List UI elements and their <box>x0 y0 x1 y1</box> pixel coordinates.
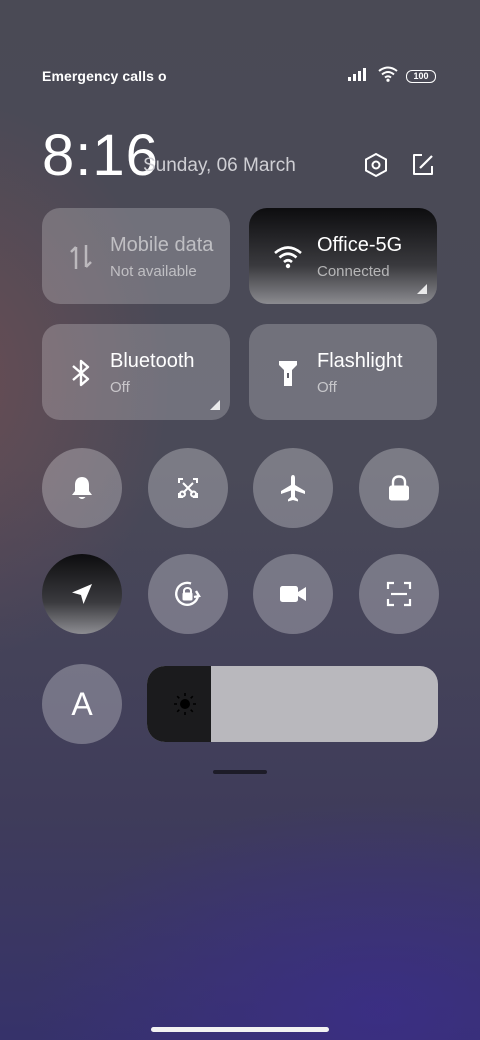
tile-mobile-data[interactable]: Mobile data Not available <box>42 208 230 304</box>
tile-title: Flashlight <box>317 350 403 372</box>
tile-wifi[interactable]: Office-5G Connected <box>249 208 437 304</box>
toggle-lock[interactable] <box>359 448 439 528</box>
expand-corner-icon[interactable] <box>210 400 220 410</box>
drag-handle[interactable] <box>213 770 267 774</box>
font-size-label: A <box>71 685 93 722</box>
rotation-lock-icon <box>175 581 201 606</box>
expand-corner-icon[interactable] <box>417 284 427 294</box>
toggle-airplane[interactable] <box>253 448 333 528</box>
signal-bars-icon <box>348 67 370 86</box>
toggle-location[interactable] <box>42 554 122 634</box>
settings-hexagon-icon[interactable] <box>361 150 391 180</box>
toggle-scanner[interactable] <box>359 554 439 634</box>
battery-indicator: 100 <box>406 70 436 83</box>
wifi-icon <box>378 66 398 87</box>
location-icon <box>72 584 92 604</box>
toggle-rotation-lock[interactable] <box>148 554 228 634</box>
tile-subtitle: Off <box>110 379 130 396</box>
tile-title: Mobile data <box>110 234 214 256</box>
mobile-data-icon <box>66 242 96 272</box>
scan-icon <box>386 581 412 607</box>
tile-subtitle: Not available <box>110 263 197 280</box>
toggle-sound[interactable] <box>42 448 122 528</box>
tile-flashlight[interactable]: Flashlight Off <box>249 324 437 420</box>
tile-bluetooth[interactable]: Bluetooth Off <box>42 324 230 420</box>
toggle-screenshot[interactable] <box>148 448 228 528</box>
screenshot-crop-icon <box>178 478 198 498</box>
tile-title: Bluetooth <box>110 350 195 372</box>
bell-icon <box>72 477 92 499</box>
airplane-icon <box>281 475 305 502</box>
wifi-icon <box>273 242 303 272</box>
clock-time: 8:16 <box>42 123 159 188</box>
date-text: Sunday, 06 March <box>143 155 296 176</box>
sun-icon <box>174 693 196 715</box>
toggle-screen-record[interactable] <box>253 554 333 634</box>
carrier-status-text: Emergency calls only <box>42 68 166 84</box>
bluetooth-icon <box>66 358 96 388</box>
flashlight-icon <box>273 358 303 388</box>
tile-subtitle: Connected <box>317 263 390 280</box>
tile-title: Office-5G <box>317 234 403 256</box>
tile-subtitle: Off <box>317 379 337 396</box>
video-camera-icon <box>280 586 306 602</box>
status-icons: 100 <box>348 66 436 87</box>
lock-icon <box>389 475 409 501</box>
font-size-button[interactable]: A <box>42 664 122 744</box>
home-indicator[interactable] <box>151 1027 329 1032</box>
edit-icon[interactable] <box>408 150 438 180</box>
brightness-slider[interactable] <box>147 666 438 742</box>
